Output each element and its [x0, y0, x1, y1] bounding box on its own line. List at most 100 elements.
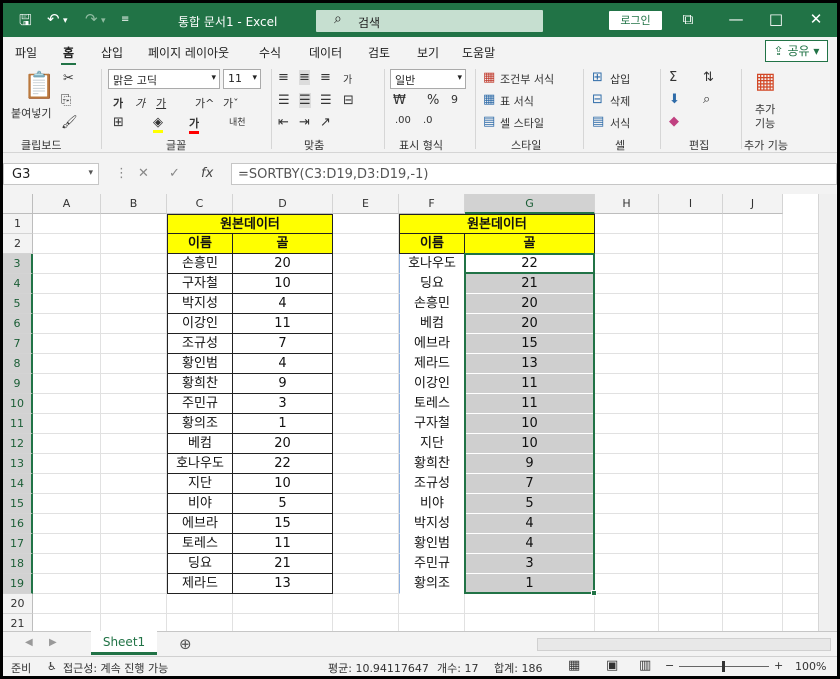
sorted-table-title[interactable]: 원본데이터 — [399, 214, 595, 234]
source-table-cell[interactable]: 베컴 — [167, 434, 233, 454]
fill-icon[interactable]: ⬇ — [669, 92, 680, 107]
cancel-icon[interactable]: ✕ — [138, 166, 149, 181]
column-header-f[interactable]: F — [399, 194, 465, 214]
row-header-11[interactable]: 11 — [3, 414, 33, 434]
column-header-i[interactable]: I — [659, 194, 723, 214]
percent-icon[interactable]: % — [427, 93, 439, 108]
italic-button[interactable]: 가 — [135, 95, 145, 111]
clear-icon[interactable]: ◆ — [669, 114, 679, 129]
align-right-icon[interactable]: ☰ — [320, 93, 332, 108]
phonetic-button[interactable]: 내천 — [229, 115, 246, 128]
source-table-cell[interactable]: 딩요 — [167, 554, 233, 574]
paste-label[interactable]: 붙여넣기 — [11, 105, 51, 121]
zoom-in-icon[interactable]: + — [774, 659, 783, 672]
increase-indent-icon[interactable]: ⇥ — [299, 115, 310, 130]
sorted-table-header[interactable]: 이름 — [399, 234, 465, 254]
row-header-9[interactable]: 9 — [3, 374, 33, 394]
borders-icon[interactable]: ⊞ — [113, 115, 124, 130]
ribbon-display-icon[interactable]: ⧉ — [673, 10, 703, 28]
row-header-15[interactable]: 15 — [3, 494, 33, 514]
conditional-format-icon[interactable]: ▦ — [483, 70, 495, 85]
column-header-d[interactable]: D — [233, 194, 333, 214]
minimize-icon[interactable]: — — [721, 10, 751, 28]
source-table-cell[interactable]: 1 — [233, 414, 333, 434]
source-table-cell[interactable]: 조규성 — [167, 334, 233, 354]
autosum-icon[interactable]: Σ — [669, 70, 677, 85]
source-table-cell[interactable]: 토레스 — [167, 534, 233, 554]
row-header-18[interactable]: 18 — [3, 554, 33, 574]
merge-center-icon[interactable]: ⊟ — [343, 93, 354, 108]
sheet-tab-sheet1[interactable]: Sheet1 — [91, 631, 157, 655]
row-header-13[interactable]: 13 — [3, 454, 33, 474]
source-table-cell[interactable]: 지단 — [167, 474, 233, 494]
source-table-cell[interactable]: 4 — [233, 354, 333, 374]
format-cells-button[interactable]: 서식 — [610, 115, 630, 131]
sorted-table-cell[interactable]: 주민규 — [399, 554, 465, 574]
tab-page-layout[interactable]: 페이지 레이아웃 — [148, 44, 229, 61]
source-table-header[interactable]: 골 — [233, 234, 333, 254]
page-layout-view-icon[interactable]: ▣ — [606, 658, 618, 673]
source-table-cell[interactable]: 20 — [233, 254, 333, 274]
tab-home[interactable]: 홈 — [60, 44, 77, 65]
column-header-h[interactable]: H — [595, 194, 659, 214]
font-name-select[interactable]: 맑은 고딕 ▾ — [108, 69, 220, 89]
sorted-table-cell[interactable]: 손흥민 — [399, 294, 465, 314]
cell-style-icon[interactable]: ▤ — [483, 114, 495, 129]
sorted-table-header[interactable]: 골 — [465, 234, 595, 254]
accessibility-status[interactable]: 접근성: 계속 진행 가능 — [63, 660, 168, 676]
font-color-button[interactable]: 가 — [189, 115, 200, 134]
source-table-cell[interactable]: 주민규 — [167, 394, 233, 414]
fill-handle[interactable] — [591, 590, 597, 596]
sorted-table-cell[interactable]: 황의조 — [399, 574, 465, 594]
source-table-cell[interactable]: 구자철 — [167, 274, 233, 294]
sorted-table-cell[interactable]: 비야 — [399, 494, 465, 514]
source-table-cell[interactable]: 황인범 — [167, 354, 233, 374]
align-top-icon[interactable]: ≡ — [278, 70, 289, 85]
customize-qat-icon[interactable]: ≡ — [121, 14, 129, 25]
row-header-14[interactable]: 14 — [3, 474, 33, 494]
close-icon[interactable]: ✕ — [801, 10, 831, 28]
share-button[interactable]: ⇪ 공유 ▾ — [765, 40, 828, 62]
zoom-slider-handle[interactable] — [722, 661, 725, 672]
source-table-cell[interactable]: 4 — [233, 294, 333, 314]
comma-style-icon[interactable]: 9 — [451, 93, 458, 106]
sorted-table-cell[interactable]: 베컴 — [399, 314, 465, 334]
source-table-cell[interactable]: 3 — [233, 394, 333, 414]
source-table-cell[interactable]: 21 — [233, 554, 333, 574]
sorted-table-cell[interactable]: 딩요 — [399, 274, 465, 294]
format-table-button[interactable]: 표 서식 — [500, 93, 534, 109]
cut-icon[interactable]: ✂ — [63, 71, 74, 86]
add-ins-icon[interactable]: ▦ — [755, 69, 776, 94]
sorted-table-cell[interactable]: 박지성 — [399, 514, 465, 534]
format-painter-icon[interactable]: 🖌 — [61, 115, 78, 130]
add-ins-label-2[interactable]: 기능 — [755, 115, 775, 131]
source-table-cell[interactable]: 이강인 — [167, 314, 233, 334]
tab-help[interactable]: 도움말 — [462, 44, 495, 61]
sorted-table-cell[interactable]: 제라드 — [399, 354, 465, 374]
normal-view-icon[interactable]: ▦ — [568, 658, 580, 673]
align-bottom-icon[interactable]: ≡ — [320, 70, 331, 85]
sorted-table-cell[interactable]: 황희찬 — [399, 454, 465, 474]
source-table-cell[interactable]: 7 — [233, 334, 333, 354]
bold-button[interactable]: 가 — [113, 95, 123, 111]
undo-icon[interactable]: ↶ — [47, 10, 60, 28]
name-box[interactable]: G3 ▾ — [3, 163, 99, 185]
tab-insert[interactable]: 삽입 — [101, 44, 123, 61]
column-header-e[interactable]: E — [333, 194, 399, 214]
maximize-icon[interactable]: □ — [761, 10, 791, 28]
enter-icon[interactable]: ✓ — [169, 166, 180, 181]
insert-function-icon[interactable]: fx — [201, 166, 213, 181]
decrease-indent-icon[interactable]: ⇤ — [278, 115, 289, 130]
row-header-17[interactable]: 17 — [3, 534, 33, 554]
row-header-2[interactable]: 2 — [3, 234, 33, 254]
sorted-table-cell[interactable]: 지단 — [399, 434, 465, 454]
decrease-decimal-icon[interactable]: .0 — [423, 115, 433, 126]
sorted-table-cell[interactable]: 황인범 — [399, 534, 465, 554]
sorted-table-cell[interactable]: 토레스 — [399, 394, 465, 414]
sorted-table-cell[interactable]: 구자철 — [399, 414, 465, 434]
format-cells-icon[interactable]: ▤ — [592, 114, 604, 129]
source-table-cell[interactable]: 황의조 — [167, 414, 233, 434]
row-header-10[interactable]: 10 — [3, 394, 33, 414]
sorted-table-cell[interactable]: 호나우도 — [399, 254, 465, 274]
column-header-b[interactable]: B — [101, 194, 167, 214]
